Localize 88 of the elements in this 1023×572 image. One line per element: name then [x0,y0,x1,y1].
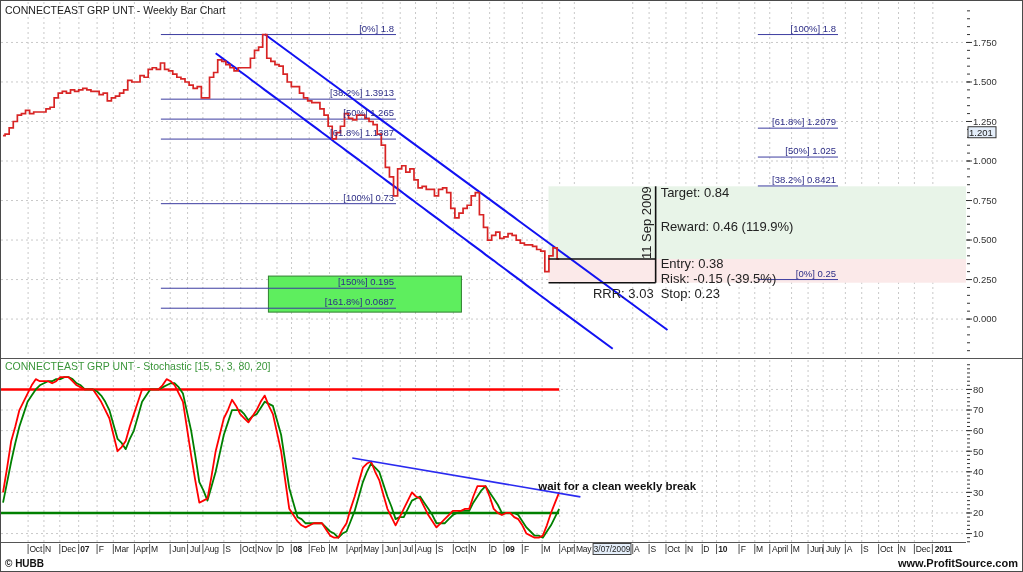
x-tick-label: Jun [384,544,399,555]
website-text: www.ProfitSource.com [898,557,1018,569]
x-tick-label: Dec [915,544,931,555]
x-tick-label: Nov [257,544,272,555]
x-tick-label: D [278,544,285,555]
x-tick-label: D [703,544,710,555]
date-label: 11 Sep 2009 [638,186,654,260]
y-tick-label: 0.500 [973,234,997,246]
x-tick-label: Oct [242,544,255,555]
y-tick-label: 80 [973,383,984,395]
fib-label: [0%] 0.25 [795,267,836,279]
x-tick-label: Dec [61,544,76,555]
indicator-title: CONNECTEAST GRP UNT - Stochastic [15, 5, 3, 80, 20] [5,360,271,372]
x-tick-label: N [470,544,477,555]
y-tick-label: 60 [973,425,984,436]
y-tick-label: 1.750 [973,36,997,48]
fib-label: [100%] 1.8 [790,22,836,34]
x-tick-label: M [756,544,763,555]
x-tick-label: S [650,544,656,555]
stop-label: Stop: 0.23 [660,286,720,301]
cursor-date-label: 3/07/2009 [592,543,632,555]
y-tick-label: 1.500 [973,76,997,88]
price-marker: 1.201 [967,126,997,139]
y-tick-label: 40 [973,466,984,478]
fib-label: [38.2%] 0.8421 [772,173,836,185]
x-tick-label: N [899,544,906,555]
x-tick-label: S [225,544,231,555]
x-tick-label: A [846,544,853,555]
x-tick-label: Oct [454,544,468,555]
x-tick-label: M [543,544,551,555]
x-tick-label: Aug [416,544,432,555]
x-tick-label: F [740,544,746,555]
x-tick-label: Oct [29,544,43,555]
y-tick-label: 1.000 [973,155,997,167]
x-tick-label: Jul [190,544,201,555]
fib-label: [161.8%] 0.0687 [324,296,394,308]
x-tick-label: N [45,544,51,555]
x-tick-label: F [98,544,104,555]
x-tick-label: Feb [310,544,325,555]
y-tick-label: 0.250 [973,273,997,285]
x-tick-label: M [792,544,800,555]
x-tick-label: Apr [135,544,149,555]
x-tick-label: May [363,544,379,555]
annotation-text: wait for a clean weekly break [538,479,697,492]
y-tick-label: 1.250 [973,115,997,127]
x-tick-label: 08 [292,544,302,555]
copyright-text: © HUBB [5,557,45,569]
x-tick-label: Jun [810,544,824,555]
risk-label: Risk: -0.15 (-39.5%) [660,271,777,286]
x-tick-label: Apr [348,544,361,555]
x-tick-label: F [523,544,529,555]
chart-title: CONNECTEAST GRP UNT - Weekly Bar Chart [5,4,226,16]
y-tick-label: 30 [973,486,984,498]
x-tick-label: May [575,544,592,555]
reward-label: Reward: 0.46 (119.9%) [660,218,794,234]
x-tick-label: S [437,544,444,555]
target-label: Target: 0.84 [660,185,730,201]
x-tick-label: 2011 [934,544,953,555]
x-tick-label: 10 [718,544,728,555]
fib-label: [150%] 0.195 [338,276,394,288]
x-tick-label: April [771,544,788,555]
x-tick-label: Mar [114,544,129,555]
x-tick-label: Aug [204,544,219,555]
x-tick-label: Jul [402,544,413,555]
y-tick-label: 0.750 [973,194,997,206]
x-tick-label: D [490,544,497,555]
y-tick-label: 0.000 [973,313,997,325]
x-tick-label: M [330,544,338,555]
x-tick-label: 07 [80,544,90,555]
x-tick-label: July [825,544,841,555]
fib-label: [100%] 0.73 [343,191,394,203]
fib-label: [0%] 1.8 [359,22,394,34]
x-tick-label: A [634,544,640,555]
x-tick-label: Oct [667,544,680,555]
y-tick-label: 20 [973,507,984,519]
entry-label: Entry: 0.38 [660,256,724,271]
x-tick-label: N [687,544,693,555]
x-tick-label: Apr [561,544,574,555]
y-tick-label: 70 [973,404,984,416]
x-tick-label: S [863,544,869,555]
y-tick-label: 10 [973,527,984,539]
x-tick-label: 09 [505,544,515,555]
fib-label: [50%] 1.025 [785,145,836,157]
x-tick-label: M [150,544,158,555]
x-tick-label: Jun [172,544,186,555]
fib-label: [61.8%] 1.2079 [772,116,836,128]
y-tick-label: 50 [973,445,984,457]
x-tick-label: Oct [879,544,893,555]
